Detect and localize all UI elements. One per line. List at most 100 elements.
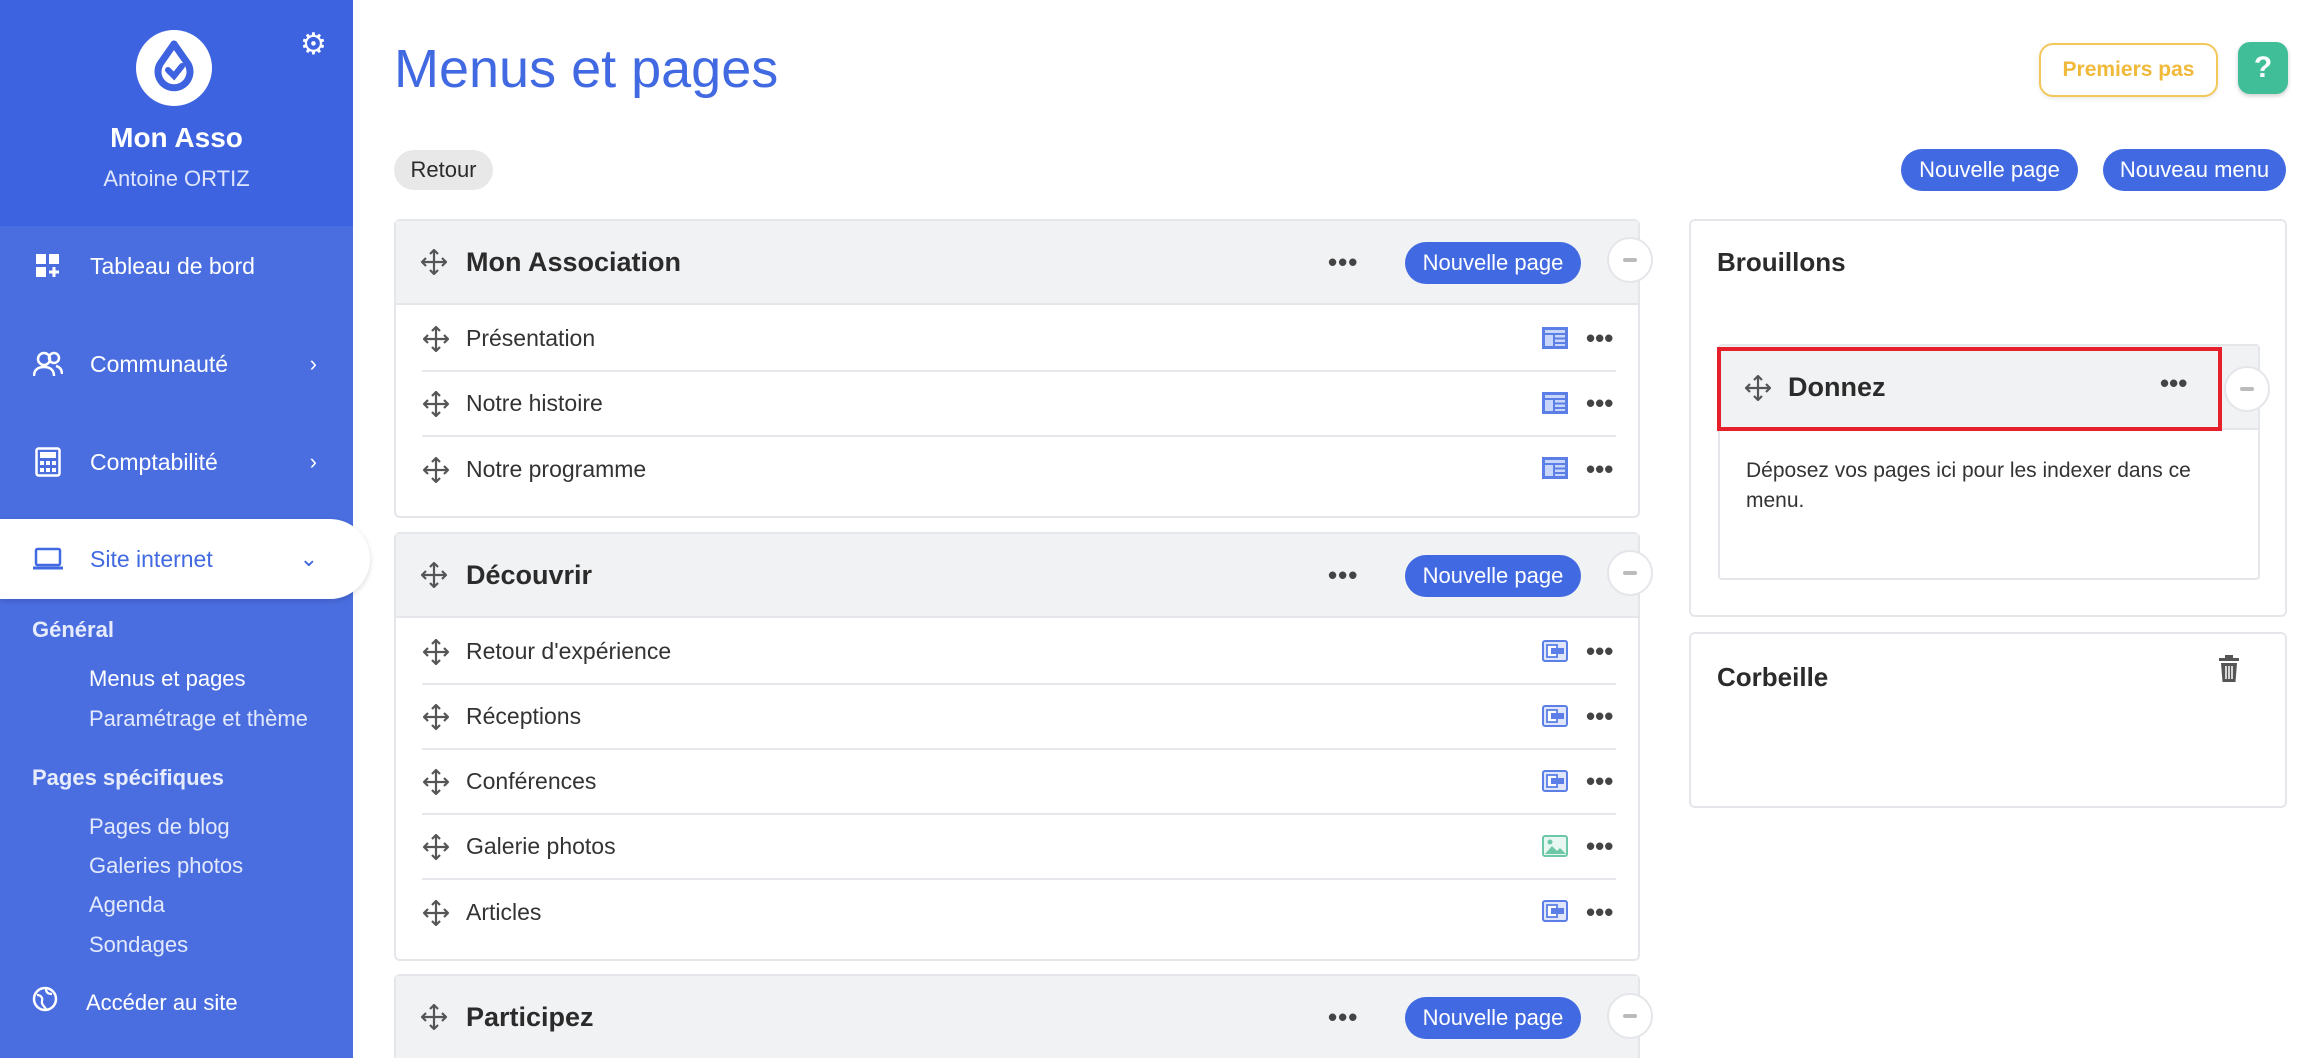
user-name: Antoine ORTIZ [103,166,250,191]
getting-started-button[interactable]: Premiers pas [2039,43,2218,97]
article-page-icon [1542,640,1568,662]
community-icon [32,348,64,380]
page-title[interactable]: Galerie photos [466,833,616,860]
more-options-icon[interactable]: ••• [1586,766,1613,797]
layout-page-icon [1542,392,1568,414]
draft-menu-title: Donnez [1788,372,1886,402]
page-title[interactable]: Articles [466,899,541,926]
nav-label: Site internet [90,545,213,572]
association-logo[interactable] [136,30,212,106]
draft-menu-header: Donnez ••• [1720,346,2258,430]
more-options-icon[interactable]: ••• [1586,701,1613,732]
help-button[interactable]: ? [2238,42,2288,94]
page-title[interactable]: Réceptions [466,703,581,730]
page-title[interactable]: Retour d'expérience [466,638,671,665]
page-row[interactable]: Notre programme ••• [422,437,1616,502]
page-title: Menus et pages [394,39,779,99]
sidebar-link-menus-pages[interactable]: Menus et pages [89,666,246,692]
menu-card-participez: Participez ••• Nouvelle page [394,974,1640,1058]
nav-item-accounting[interactable]: Comptabilité › [0,422,353,502]
menu-new-page-button[interactable]: Nouvelle page [1405,242,1581,284]
calculator-icon [32,446,64,478]
dashboard-icon [32,250,64,282]
more-options-icon[interactable]: ••• [1586,897,1613,928]
drag-handle-icon[interactable] [422,899,450,927]
page-title[interactable]: Présentation [466,325,595,352]
section-title-specific-pages: Pages spécifiques [32,765,224,790]
menu-title: Participez [466,1001,594,1032]
page-title[interactable]: Notre programme [466,456,646,483]
drag-handle-icon[interactable] [420,561,448,589]
draft-menu-card: Donnez ••• Déposez vos pages ici pour le… [1718,344,2260,580]
page-row[interactable]: Présentation ••• [422,307,1616,372]
section-title-general: Général [32,617,114,642]
collapse-menu-button[interactable] [1607,237,1653,283]
page-row[interactable]: Conférences ••• [422,750,1616,815]
nav-item-website[interactable]: Site internet ⌄ [0,519,370,599]
menu-card-header: Participez ••• Nouvelle page [396,976,1638,1058]
trash-panel: Corbeille [1689,632,2287,808]
sidebar-link-polls[interactable]: Sondages [89,932,188,958]
sidebar-header: ⚙ Mon Asso Antoine ORTIZ [0,0,353,226]
page-title[interactable]: Notre histoire [466,390,603,417]
drag-handle-icon[interactable] [422,833,450,861]
more-options-icon[interactable]: ••• [1328,560,1358,591]
drag-handle-icon[interactable] [422,703,450,731]
more-options-icon[interactable]: ••• [1328,247,1358,278]
sidebar: ⚙ Mon Asso Antoine ORTIZ Tableau de bord… [0,0,370,1058]
chevron-right-icon: › [309,351,317,376]
menu-new-page-button[interactable]: Nouvelle page [1405,997,1581,1039]
page-row[interactable]: Galerie photos ••• [422,815,1616,880]
more-options-icon[interactable]: ••• [1586,636,1613,667]
globe-icon [32,986,62,1019]
sidebar-link-agenda[interactable]: Agenda [89,892,165,918]
more-options-icon[interactable]: ••• [1586,831,1613,862]
more-options-icon[interactable]: ••• [2160,368,2187,399]
sidebar-link-photo-galleries[interactable]: Galeries photos [89,853,243,879]
drag-handle-icon[interactable] [420,1003,448,1031]
drop-hint-text: Déposez vos pages ici pour les indexer d… [1746,459,2191,512]
nav-item-community[interactable]: Communauté › [0,324,353,404]
new-menu-button[interactable]: Nouveau menu [2103,149,2286,191]
drag-handle-icon[interactable] [422,768,450,796]
more-options-icon[interactable]: ••• [1586,388,1613,419]
drag-handle-icon[interactable] [1744,374,1772,402]
article-page-icon [1542,705,1568,727]
page-row[interactable]: Notre histoire ••• [422,372,1616,437]
chevron-down-icon: ⌄ [299,546,318,571]
page-row[interactable]: Retour d'expérience ••• [422,620,1616,685]
drag-handle-icon[interactable] [422,456,450,484]
layout-page-icon [1542,457,1568,479]
more-options-icon[interactable]: ••• [1328,1002,1358,1033]
drag-handle-icon[interactable] [422,390,450,418]
collapse-menu-button[interactable] [1607,993,1653,1039]
image-page-icon [1542,835,1568,857]
menu-new-page-button[interactable]: Nouvelle page [1405,555,1581,597]
page-row[interactable]: Réceptions ••• [422,685,1616,750]
collapse-menu-button[interactable] [1607,550,1653,596]
page-row[interactable]: Articles ••• [422,880,1616,945]
drag-handle-icon[interactable] [422,638,450,666]
chevron-right-icon: › [309,449,317,474]
article-page-icon [1542,770,1568,792]
nav-item-dashboard[interactable]: Tableau de bord [0,226,353,306]
more-options-icon[interactable]: ••• [1586,454,1613,485]
menu-card-header: Mon Association ••• Nouvelle page [396,221,1638,305]
drafts-panel: Brouillons Donnez ••• Déposez vos pages … [1689,219,2287,617]
menu-card-header: Découvrir ••• Nouvelle page [396,534,1638,618]
page-title[interactable]: Conférences [466,768,596,795]
sidebar-link-blog-pages[interactable]: Pages de blog [89,814,230,840]
trash-icon[interactable] [2217,654,2241,684]
drag-handle-icon[interactable] [422,325,450,353]
more-options-icon[interactable]: ••• [1586,323,1613,354]
layout-page-icon [1542,327,1568,349]
new-page-button[interactable]: Nouvelle page [1901,149,2078,191]
drag-handle-icon[interactable] [420,248,448,276]
collapse-draft-menu-button[interactable] [2224,366,2270,412]
sidebar-link-theme-settings[interactable]: Paramétrage et thème [89,706,308,732]
article-page-icon [1542,900,1568,922]
access-site-link[interactable]: Accéder au site [32,986,238,1019]
nav-label: Communauté [90,350,229,377]
back-button[interactable]: Retour [394,150,493,190]
settings-gear-icon[interactable]: ⚙ [300,30,327,60]
